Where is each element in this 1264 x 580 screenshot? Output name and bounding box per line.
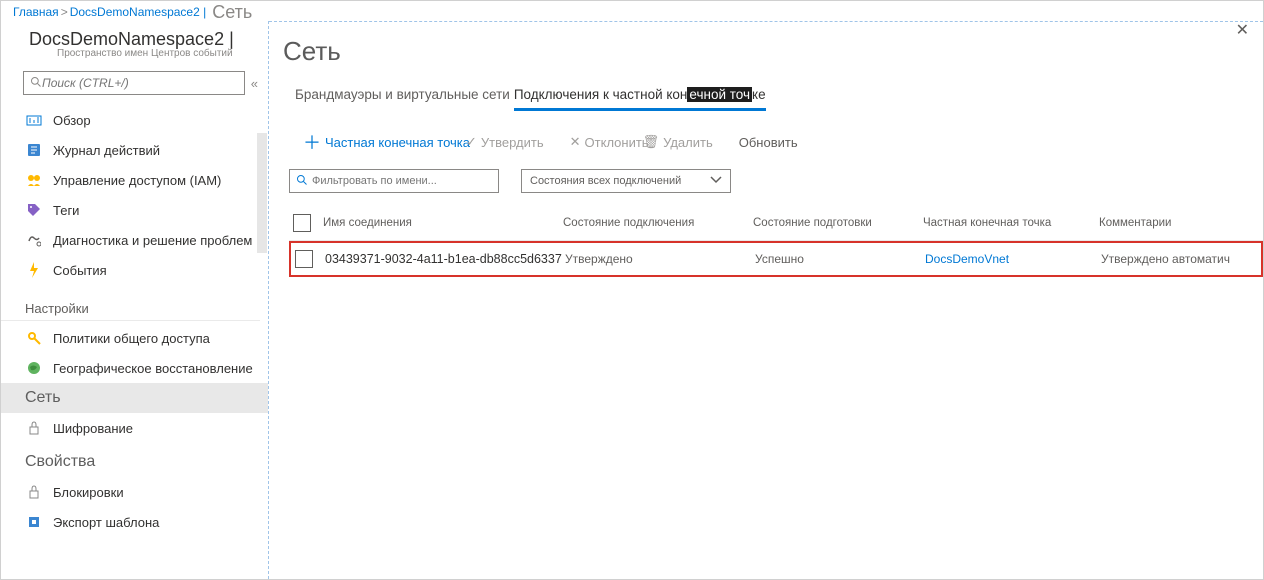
approve-button[interactable]: ✓ Утвердить (466, 134, 544, 150)
cell-provisioning-state: Успешно (755, 252, 925, 266)
connections-table: Имя соединения Состояние подключения Сос… (269, 205, 1263, 277)
activity-log-icon (25, 141, 43, 159)
lock-icon (25, 483, 43, 501)
column-comments: Комментарии (1099, 217, 1259, 229)
tab-private-endpoints[interactable]: Подключения к частной конечной точке (514, 87, 766, 111)
trash-icon: 🗑 (643, 134, 660, 150)
refresh-button[interactable]: Обновить (739, 135, 798, 150)
sidebar-item-label: События (53, 263, 107, 278)
plus-icon: ＋ (303, 129, 321, 155)
filter-input[interactable] (312, 175, 492, 187)
toolbar: ＋ Частная конечная точка ✓ Утвердить ✕ О… (269, 111, 1263, 169)
close-button[interactable]: ✕ (1236, 20, 1249, 40)
key-icon (25, 329, 43, 347)
sidebar: DocsDemoNamespace2 | Пространство имен Ц… (1, 21, 269, 579)
button-label: Отклонить (585, 135, 649, 150)
select-label: Состояния всех подключений (530, 175, 681, 187)
sidebar-item-shared-access[interactable]: Политики общего доступа (1, 323, 268, 353)
cell-private-endpoint-link[interactable]: DocsDemoVnet (925, 252, 1101, 266)
column-connection-state: Состояние подключения (563, 217, 753, 229)
breadcrumb-namespace[interactable]: DocsDemoNamespace2 | (70, 5, 207, 19)
reject-button[interactable]: ✕ Отклонить (570, 134, 649, 150)
cell-connection-state: Утверждено (565, 252, 755, 266)
sidebar-section-properties: Свойства (1, 443, 260, 475)
check-icon: ✓ (466, 134, 477, 150)
sidebar-item-network[interactable]: Сеть (1, 383, 268, 413)
sidebar-item-label: Блокировки (53, 485, 124, 500)
column-connection-name: Имя соединения (323, 217, 563, 229)
column-provisioning-state: Состояние подготовки (753, 217, 923, 229)
sidebar-item-label: Географическое восстановление (53, 361, 253, 376)
sidebar-scrollbar[interactable] (257, 133, 267, 253)
select-all-checkbox[interactable] (293, 214, 311, 232)
search-icon (296, 174, 308, 189)
search-icon (30, 76, 42, 91)
sidebar-item-overview[interactable]: Обзор (1, 105, 268, 135)
row-checkbox[interactable] (295, 250, 313, 268)
tab-firewalls[interactable]: Брандмауэры и виртуальные сети (295, 87, 510, 111)
chevron-down-icon (710, 175, 722, 187)
resource-subtitle: Пространство имен Центров событий (29, 48, 256, 59)
sidebar-item-events[interactable]: События (1, 255, 268, 285)
globe-icon (25, 359, 43, 377)
sidebar-item-label: Диагностика и решение проблем (53, 233, 252, 248)
sidebar-item-iam[interactable]: Управление доступом (IAM) (1, 165, 268, 195)
main-panel: ✕ Сеть Брандмауэры и виртуальные сети По… (269, 21, 1263, 579)
sidebar-item-tags[interactable]: Теги (1, 195, 268, 225)
button-label: Обновить (739, 135, 798, 150)
resource-title: DocsDemoNamespace2 | (29, 29, 256, 50)
connection-state-select[interactable]: Состояния всех подключений (521, 169, 731, 193)
x-icon: ✕ (570, 134, 581, 150)
sidebar-search-input[interactable] (42, 76, 238, 90)
sidebar-item-label: Теги (53, 203, 79, 218)
breadcrumb-home[interactable]: Главная (13, 5, 59, 19)
export-icon (25, 513, 43, 531)
sidebar-item-export-template[interactable]: Экспорт шаблона (1, 507, 268, 537)
column-private-endpoint: Частная конечная точка (923, 217, 1099, 229)
button-label: Удалить (663, 135, 713, 150)
overview-icon (25, 111, 43, 129)
lock-icon (25, 419, 43, 437)
delete-button[interactable]: 🗑 Удалить (643, 134, 713, 150)
cell-connection-name: 03439371-9032-4a11-b1ea-db88cc5d6337 (325, 252, 565, 266)
sidebar-item-locks[interactable]: Блокировки (1, 477, 268, 507)
sidebar-item-activity-log[interactable]: Журнал действий (1, 135, 268, 165)
sidebar-item-encryption[interactable]: Шифрование (1, 413, 268, 443)
sidebar-item-label: Экспорт шаблона (53, 515, 159, 530)
button-label: Частная конечная точка (325, 135, 470, 150)
iam-icon (25, 171, 43, 189)
events-icon (25, 261, 43, 279)
sidebar-item-label: Журнал действий (53, 143, 160, 158)
sidebar-item-label: Шифрование (53, 421, 133, 436)
breadcrumb: Главная > DocsDemoNamespace2 | Сеть (1, 1, 1263, 21)
sidebar-item-label: Обзор (53, 113, 91, 128)
add-private-endpoint-button[interactable]: ＋ Частная конечная точка (303, 129, 470, 155)
cell-comments: Утверждено автоматич (1101, 252, 1261, 266)
sidebar-item-label: Управление доступом (IAM) (53, 173, 221, 188)
breadcrumb-current: Сеть (212, 2, 252, 23)
sidebar-item-label: Сеть (25, 389, 61, 407)
tags-icon (25, 201, 43, 219)
diagnose-icon (25, 231, 43, 249)
filter-by-name[interactable] (289, 169, 499, 193)
collapse-sidebar-icon[interactable]: « (251, 76, 258, 91)
sidebar-section-settings: Настройки (1, 285, 260, 321)
table-header: Имя соединения Состояние подключения Сос… (289, 205, 1263, 241)
button-label: Утвердить (481, 135, 544, 150)
sidebar-item-diagnose[interactable]: Диагностика и решение проблем (1, 225, 268, 255)
table-row[interactable]: 03439371-9032-4a11-b1ea-db88cc5d6337 Утв… (289, 241, 1263, 277)
breadcrumb-separator: > (61, 5, 68, 19)
tabs: Брандмауэры и виртуальные сети Подключен… (269, 87, 1263, 111)
sidebar-item-geo-recovery[interactable]: Географическое восстановление (1, 353, 268, 383)
page-title: Сеть (269, 36, 1263, 87)
sidebar-nav: Обзор Журнал действий Управление доступо… (1, 105, 268, 537)
sidebar-search[interactable] (23, 71, 245, 95)
sidebar-item-label: Политики общего доступа (53, 331, 210, 346)
